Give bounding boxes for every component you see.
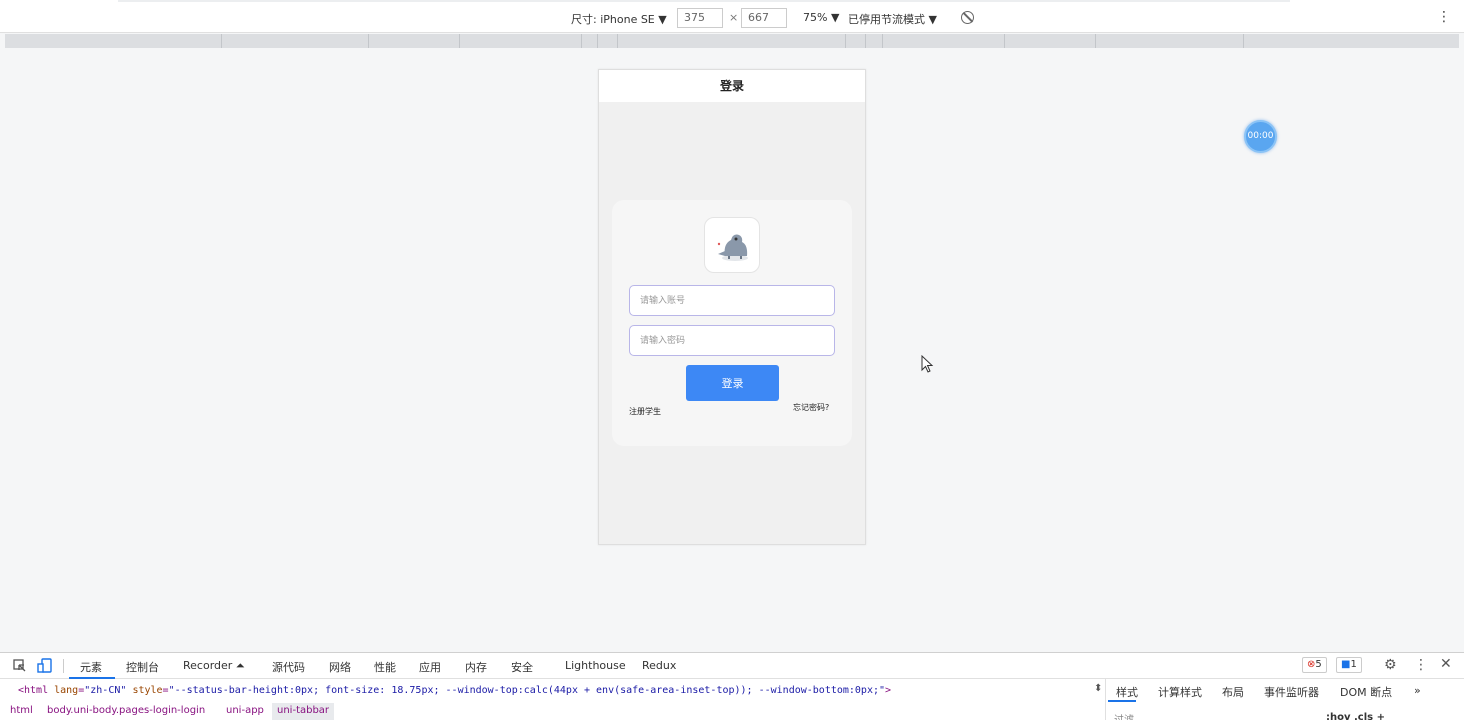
tab-network[interactable]: 网络 <box>329 659 351 675</box>
tab-styles[interactable]: 样式 <box>1116 684 1138 700</box>
login-card: 登录 注册学生 忘记密码? <box>612 200 852 446</box>
devtools-panel: 元素 控制台 Recorder ⏶ 源代码 网络 性能 应用 内存 安全 Lig… <box>0 652 1464 720</box>
emulated-phone: 登录 登录 注册学生 忘记密码? <box>598 69 866 545</box>
breadcrumb-item-selected[interactable]: uni-tabbar <box>272 703 335 720</box>
styles-toolbar[interactable]: :hov .cls + <box>1326 712 1385 720</box>
device-toggle-icon[interactable] <box>37 658 53 673</box>
tab-security[interactable]: 安全 <box>511 659 533 675</box>
close-icon[interactable]: ✕ <box>1440 656 1452 672</box>
register-link[interactable]: 注册学生 <box>629 406 661 417</box>
tab-application[interactable]: 应用 <box>419 659 441 675</box>
active-side-tab-indicator <box>1108 700 1136 702</box>
more-icon[interactable]: ⋮ <box>1414 657 1428 673</box>
floating-timer[interactable]: 00:00 <box>1244 120 1277 153</box>
resize-handle-icon[interactable]: ⬍ <box>1094 683 1102 694</box>
message-count-badge[interactable]: ■1 <box>1336 657 1362 673</box>
breadcrumb-item[interactable]: uni-app <box>226 705 264 716</box>
tab-recorder[interactable]: Recorder ⏶ <box>183 659 245 673</box>
media-query-ruler[interactable] <box>5 34 1459 48</box>
tab-elements[interactable]: 元素 <box>80 659 102 675</box>
page-title: 登录 <box>599 70 865 102</box>
device-select[interactable]: 尺寸: iPhone SE ▼ <box>571 11 667 27</box>
breadcrumb: html body.uni-body.pages-login-login uni… <box>0 703 1095 720</box>
login-button[interactable]: 登录 <box>686 365 779 401</box>
breadcrumb-item[interactable]: html <box>10 705 33 716</box>
active-tab-indicator <box>69 677 115 679</box>
forgot-password-link[interactable]: 忘记密码? <box>793 402 829 413</box>
error-count-badge[interactable]: ⊗5 <box>1302 657 1327 673</box>
breadcrumb-item[interactable]: body.uni-body.pages-login-login <box>47 705 205 716</box>
rotate-icon[interactable] <box>961 11 974 24</box>
tab-layout[interactable]: 布局 <box>1222 684 1244 700</box>
width-input[interactable]: 375 <box>677 8 723 28</box>
tab-performance[interactable]: 性能 <box>374 659 396 675</box>
tab-sources[interactable]: 源代码 <box>272 659 305 675</box>
avatar <box>704 217 760 273</box>
tab-dom-breakpoints[interactable]: DOM 断点 <box>1340 684 1392 700</box>
account-input[interactable] <box>629 285 835 316</box>
tab-memory[interactable]: 内存 <box>465 659 487 675</box>
styles-pane: 样式 计算样式 布局 事件监听器 DOM 断点 » 过滤 :hov .cls + <box>1105 679 1464 720</box>
dinosaur-icon <box>717 234 748 261</box>
times-glyph: × <box>729 11 739 24</box>
tab-lighthouse[interactable]: Lighthouse <box>565 659 626 672</box>
tab-redux[interactable]: Redux <box>642 659 676 672</box>
device-toolbar: 尺寸: iPhone SE ▼ 375 × 667 75% ▼ 已停用节流模式 … <box>0 4 1464 33</box>
html-element-node[interactable]: <html lang="zh-CN" style="--status-bar-h… <box>18 685 891 696</box>
cursor-icon <box>921 355 934 373</box>
height-input[interactable]: 667 <box>741 8 787 28</box>
devtools-tabbar: 元素 控制台 Recorder ⏶ 源代码 网络 性能 应用 内存 安全 Lig… <box>0 653 1464 679</box>
tab-event-listeners[interactable]: 事件监听器 <box>1264 684 1319 700</box>
styles-filter-input[interactable]: 过滤 <box>1114 711 1134 720</box>
more-options-icon[interactable]: ⋮ <box>1437 9 1451 25</box>
settings-icon[interactable]: ⚙ <box>1384 657 1397 673</box>
password-input[interactable] <box>629 325 835 356</box>
more-tabs-icon[interactable]: » <box>1414 684 1421 697</box>
throttle-select[interactable]: 已停用节流模式 ▼ <box>848 11 937 27</box>
zoom-select[interactable]: 75% ▼ <box>803 11 839 24</box>
tab-console[interactable]: 控制台 <box>126 659 159 675</box>
tab-computed[interactable]: 计算样式 <box>1158 684 1202 700</box>
inspect-icon[interactable] <box>13 659 27 673</box>
